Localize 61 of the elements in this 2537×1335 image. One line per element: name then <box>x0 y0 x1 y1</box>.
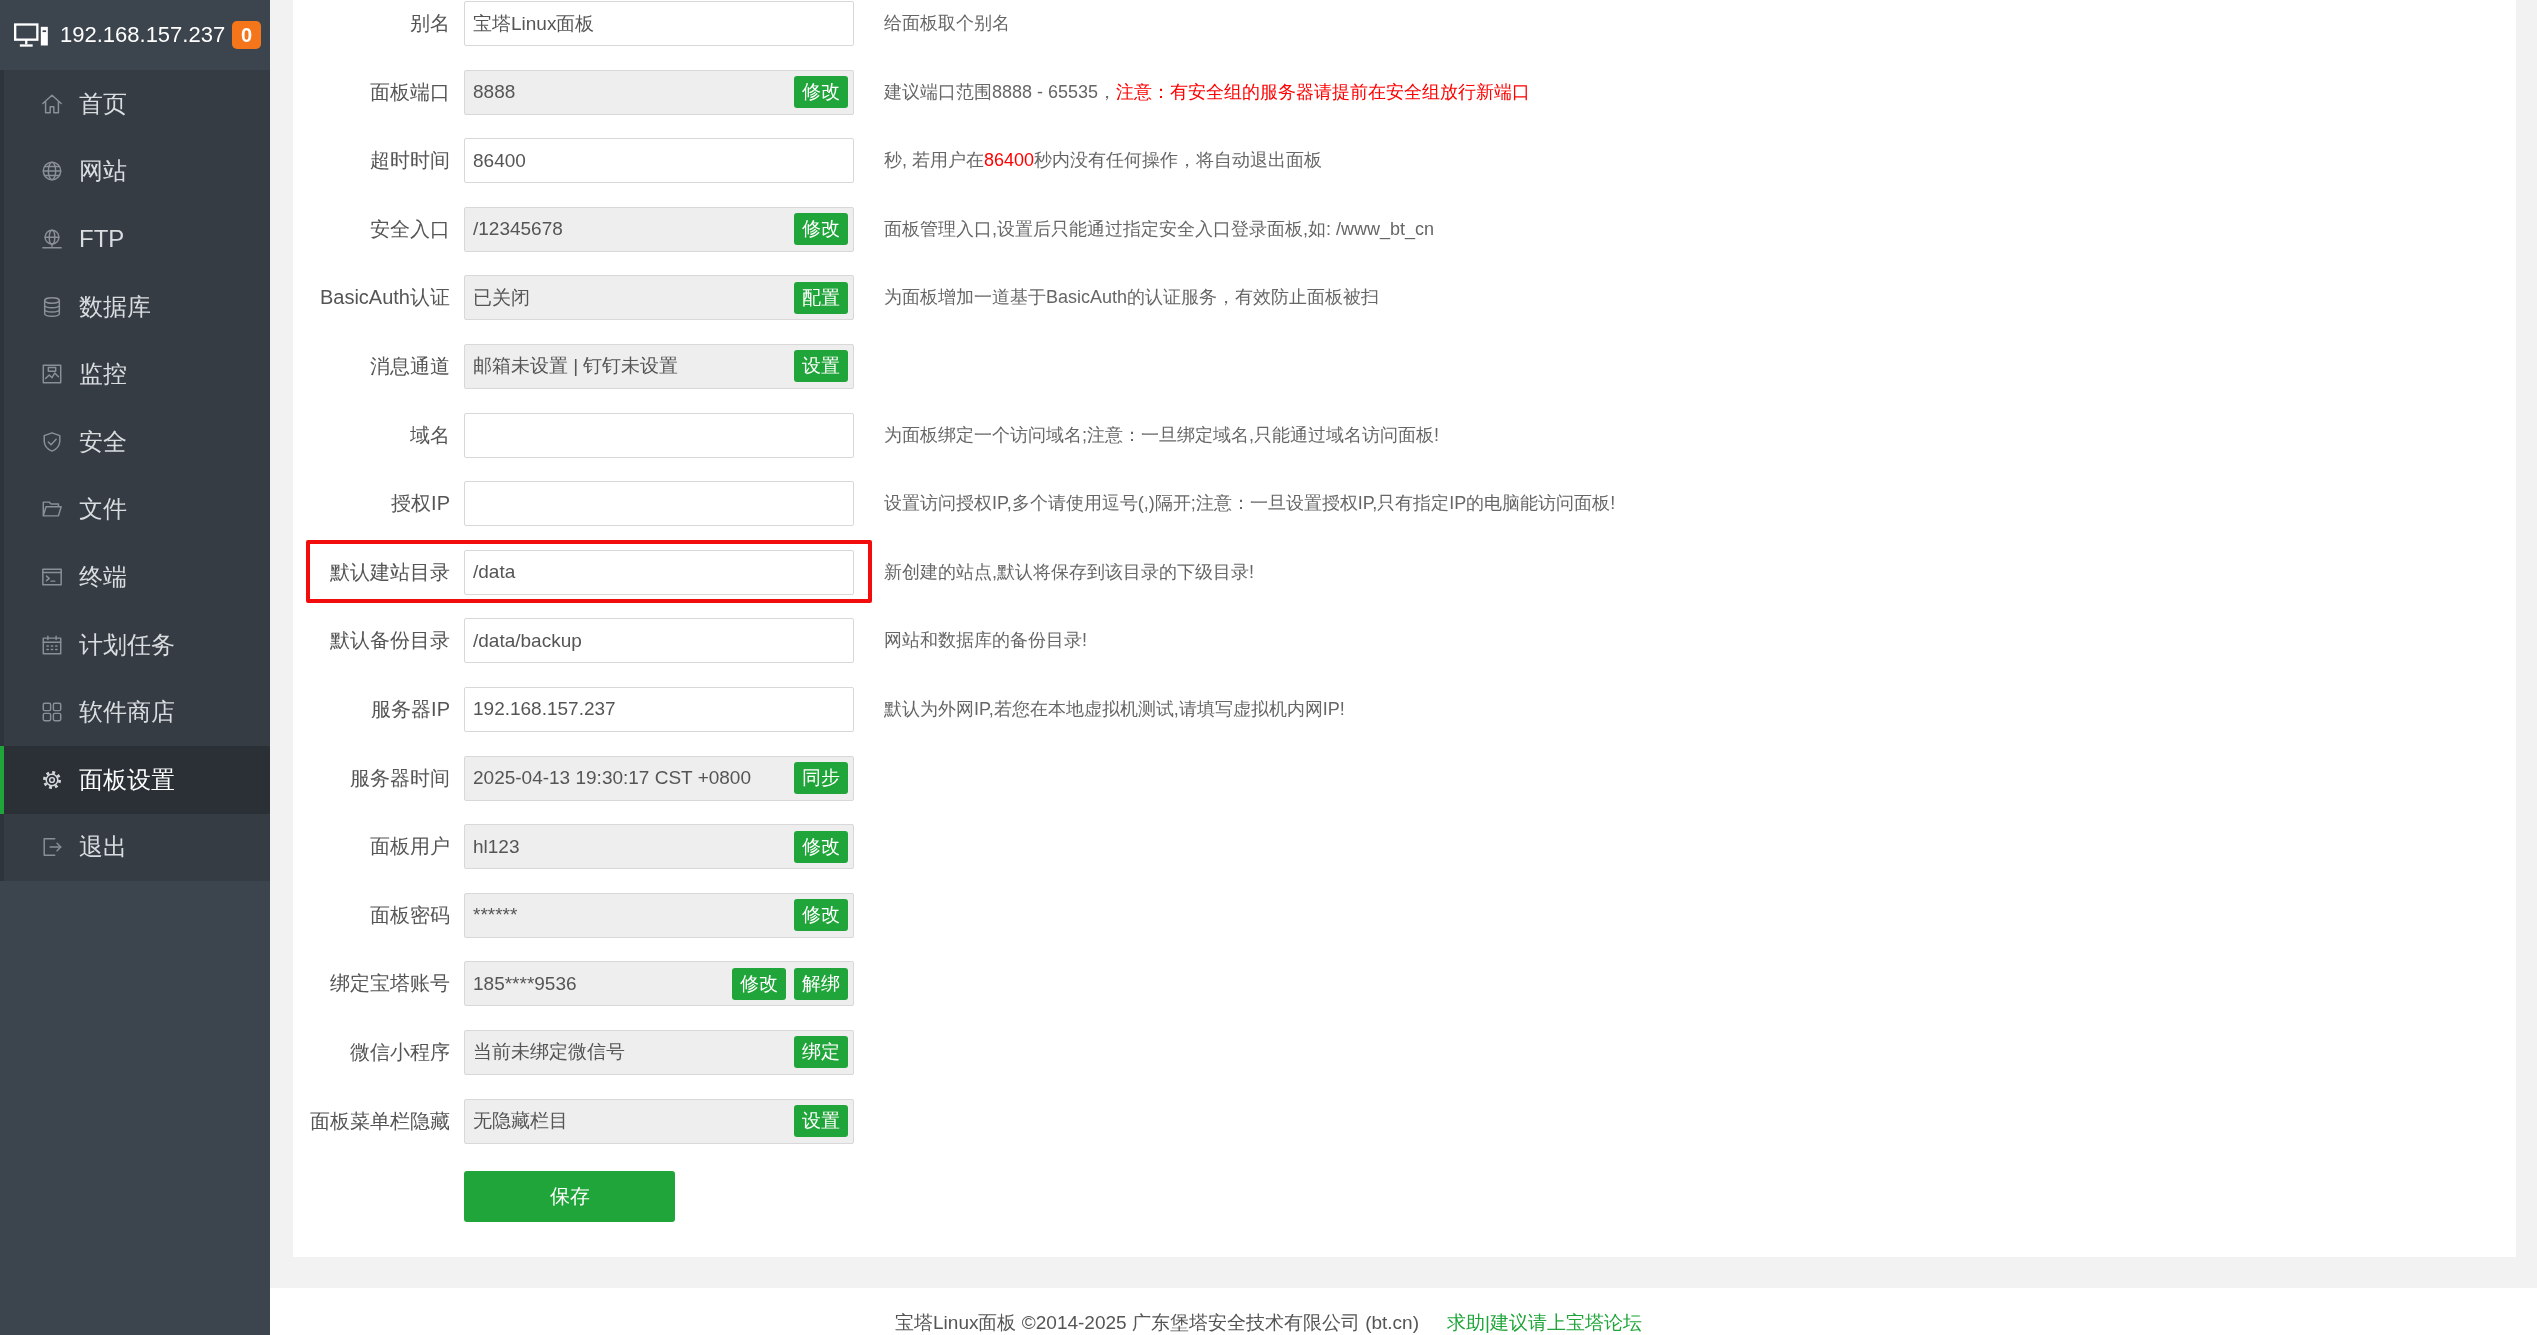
field-hint: 默认为外网IP,若您在本地虚拟机测试,请填写虚拟机内网IP! <box>884 697 1345 721</box>
sidebar-item[interactable]: 软件商店 <box>0 678 270 746</box>
sidebar-item[interactable]: 监控 <box>0 340 270 408</box>
field-label: 默认建站目录 <box>329 559 450 585</box>
sidebar-item[interactable]: FTP <box>0 205 270 273</box>
field-label: 面板用户 <box>369 834 450 860</box>
server-address: 192.168.157.237 <box>60 22 226 48</box>
input-field[interactable] <box>464 481 854 527</box>
field-hint: 秒, 若用户在86400秒内没有任何操作，将自动退出面板 <box>884 149 1323 173</box>
field-hint: 面板管理入口,设置后只能通过指定安全入口登录面板,如: /www_bt_cn <box>884 217 1435 242</box>
input-field[interactable]: 192.168.157.237 <box>464 686 854 732</box>
home-icon <box>41 92 63 115</box>
field-hint: 建议端口范围8888 - 65535，注意：有安全组的服务器请提前在安全组放行新端口 <box>884 80 1531 104</box>
globe-stand-icon <box>41 228 63 250</box>
input-field[interactable] <box>464 412 854 458</box>
input-field[interactable]: /data/backup <box>464 618 854 664</box>
field-label: 绑定宝塔账号 <box>329 971 450 997</box>
notification-badge: 0 <box>232 21 262 49</box>
field-hint: 为面板绑定一个访问域名;注意：一旦绑定域名,只能通过域名访问面板! <box>884 423 1439 447</box>
field-hint: 为面板增加一道基于BasicAuth的认证服务，有效防止面板被扫 <box>884 286 1380 310</box>
globe-icon <box>41 160 63 183</box>
database-icon <box>41 295 63 318</box>
grid-icon <box>41 701 63 724</box>
field-hint: 新创建的站点,默认将保存到该目录的下级目录! <box>884 560 1254 584</box>
field-label: 微信小程序 <box>349 1039 450 1065</box>
field-label: 超时时间 <box>369 148 450 174</box>
field-label: 服务器IP <box>370 696 450 722</box>
terminal-icon <box>41 565 63 588</box>
sidebar-item[interactable]: 安全 <box>0 407 270 476</box>
chart-icon <box>41 363 63 386</box>
shield-check-icon <box>41 430 63 453</box>
field-label: 默认备份目录 <box>329 628 450 654</box>
calendar-icon <box>41 633 63 656</box>
field-label: 授权IP <box>390 491 450 517</box>
input-field[interactable]: 宝塔Linux面板 <box>464 1 854 46</box>
field-label: 消息通道 <box>369 353 450 379</box>
copyright-text: 宝塔Linux面板 ©2014-2025 广东堡塔安全技术有限公司 (bt.cn) <box>895 1312 1419 1335</box>
sidebar-item[interactable]: 终端 <box>0 543 270 611</box>
sidebar-item[interactable]: 数据库 <box>0 272 270 341</box>
sidebar-item[interactable]: 面板设置 <box>0 745 270 814</box>
field-label: 面板菜单栏隐藏 <box>309 1108 450 1134</box>
sidebar-item[interactable]: 首页 <box>0 70 270 138</box>
computer-icon <box>14 22 49 48</box>
field-label: BasicAuth认证 <box>318 285 450 311</box>
field-label: 面板端口 <box>369 79 450 105</box>
field-label: 域名 <box>409 422 450 448</box>
input-field[interactable]: /data <box>464 549 854 595</box>
sidebar-item[interactable]: 文件 <box>0 475 270 544</box>
field-label: 安全入口 <box>369 216 450 242</box>
settings-icon <box>41 768 63 791</box>
sidebar-item[interactable]: 计划任务 <box>0 610 270 679</box>
logout-icon <box>41 836 63 859</box>
field-label: 服务器时间 <box>349 765 450 791</box>
sidebar-item[interactable]: 网站 <box>0 137 270 206</box>
field-hint: 设置访问授权IP,多个请使用逗号(,)隔开;注意：一旦设置授权IP,只有指定IP的电脑能访问面板! <box>884 492 1616 516</box>
field-label: 别名 <box>409 11 450 36</box>
sidebar-item[interactable]: 退出 <box>0 813 270 882</box>
field-hint: 网站和数据库的备份目录! <box>884 629 1087 653</box>
input-field[interactable]: 86400 <box>464 138 854 184</box>
field-label: 面板密码 <box>369 902 450 928</box>
field-hint: 给面板取个别名 <box>884 12 1010 35</box>
